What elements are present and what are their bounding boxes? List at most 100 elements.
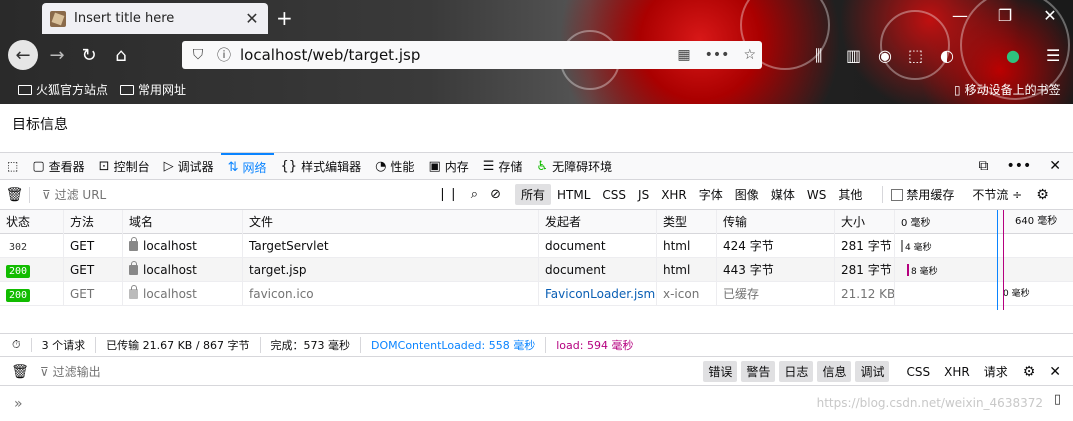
filter-ws[interactable]: WS — [801, 186, 832, 204]
filter-other[interactable]: 其他 — [832, 184, 868, 205]
throttle-select[interactable]: 不节流 ÷ — [972, 186, 1022, 203]
page-actions-icon[interactable]: ••• — [705, 47, 730, 63]
folder-icon — [120, 84, 134, 95]
level-requests[interactable]: 请求 — [979, 361, 1013, 382]
col-size[interactable]: 大小 — [835, 210, 895, 234]
tab-storage[interactable]: ☰ 存储 — [476, 153, 530, 179]
search-icon[interactable]: ⌕ — [471, 187, 478, 202]
sidebar-icon[interactable]: ▥ — [846, 46, 861, 65]
clear-console-icon[interactable]: 🗑 — [0, 364, 40, 380]
type-cell: x-icon — [657, 282, 717, 306]
col-waterfall[interactable]: 0 毫秒 640 毫秒 — [895, 210, 1073, 234]
tab-network[interactable]: ⇅ 网络 — [220, 153, 274, 179]
settings-gear-icon[interactable]: ⚙ — [1036, 187, 1049, 203]
url-text[interactable]: localhost/web/target.jsp — [240, 46, 677, 64]
col-file[interactable]: 文件 — [243, 210, 539, 234]
filter-fonts[interactable]: 字体 — [693, 184, 729, 205]
account-icon[interactable]: ◉ — [878, 46, 892, 65]
stopwatch-icon[interactable]: ⏱ — [0, 338, 32, 352]
clear-network-icon[interactable]: 🗑 — [0, 186, 30, 203]
console-settings-icon[interactable]: ⚙ — [1023, 364, 1036, 380]
inspector-icon: ▢ — [32, 158, 45, 174]
level-debug[interactable]: 调试 — [855, 361, 890, 382]
col-type[interactable]: 类型 — [657, 210, 717, 234]
filter-images[interactable]: 图像 — [729, 184, 765, 205]
close-devtools-icon[interactable]: ✕ — [1049, 158, 1061, 174]
bookmark-firefox-site[interactable]: 火狐官方站点 — [18, 81, 108, 98]
console-icon: ⊡ — [98, 158, 110, 174]
editor-mode-icon[interactable]: ▯ — [1054, 392, 1061, 407]
more-options-icon[interactable]: ••• — [1006, 158, 1031, 174]
initiator-cell: document — [539, 234, 657, 258]
level-css[interactable]: CSS — [901, 363, 935, 381]
tab-performance[interactable]: ◔ 性能 — [368, 153, 421, 179]
transferred-cell: 443 字节 — [717, 258, 835, 282]
screenshot-icon[interactable]: ⬚ — [908, 46, 923, 65]
tab-memory[interactable]: ▣ 内存 — [421, 153, 475, 179]
waterfall-start: 0 毫秒 — [901, 218, 931, 229]
level-xhr[interactable]: XHR — [939, 363, 975, 381]
dock-icon[interactable]: ⧉ — [978, 158, 988, 174]
minimize-button[interactable]: — — [945, 6, 975, 25]
new-tab-button[interactable]: + — [276, 6, 293, 30]
address-bar[interactable]: ⛉ ⓘ localhost/web/target.jsp ▦ ••• ☆ — [182, 41, 762, 69]
level-warnings[interactable]: 警告 — [741, 361, 776, 382]
back-button[interactable]: ← — [8, 40, 38, 70]
forward-button[interactable]: → — [42, 40, 72, 70]
lock-icon — [129, 261, 138, 275]
pause-icon[interactable]: ❘❘ — [437, 187, 459, 202]
tab-style-editor[interactable]: {} 样式编辑器 — [274, 153, 369, 179]
element-picker-icon[interactable]: ⬚ — [0, 153, 25, 179]
block-icon[interactable]: ⊘ — [490, 187, 501, 202]
level-info[interactable]: 信息 — [817, 361, 852, 382]
col-transferred[interactable]: 传输 — [717, 210, 835, 234]
status-badge: 200 — [6, 265, 31, 278]
maximize-button[interactable]: ❐ — [990, 6, 1020, 25]
grammar-extension-icon[interactable]: ● — [1006, 46, 1020, 65]
checkbox-box[interactable] — [891, 189, 904, 201]
col-domain[interactable]: 域名 — [123, 210, 243, 234]
menu-icon[interactable]: ☰ — [1046, 46, 1060, 65]
initiator-cell: document — [539, 258, 657, 282]
bookmark-common-sites[interactable]: 常用网址 — [120, 81, 186, 98]
tab-debugger[interactable]: ▷ 调试器 — [157, 153, 221, 179]
library-icon[interactable]: ⫼ — [815, 46, 822, 66]
browser-tab[interactable]: Insert title here ✕ — [42, 3, 268, 34]
col-initiator[interactable]: 发起者 — [539, 210, 657, 234]
close-window-button[interactable]: ✕ — [1035, 6, 1065, 25]
filter-media[interactable]: 媒体 — [765, 184, 801, 205]
waterfall-cell: 0 毫秒 — [895, 282, 1073, 306]
filter-xhr[interactable]: XHR — [655, 186, 693, 204]
info-icon[interactable]: ⓘ — [214, 45, 234, 65]
tab-close-icon[interactable]: ✕ — [244, 9, 260, 28]
col-method[interactable]: 方法 — [64, 210, 123, 234]
extension-icon[interactable]: ◐ — [940, 46, 954, 65]
size-cell: 281 字节 — [835, 234, 895, 258]
table-row[interactable]: 200 GET localhost favicon.ico FaviconLoa… — [0, 282, 1073, 306]
table-row[interactable]: 302 GET localhost TargetServlet document… — [0, 234, 1073, 258]
filter-html[interactable]: HTML — [551, 186, 596, 204]
console-filter-input[interactable]: ⊽ 过滤输出 — [40, 363, 101, 380]
timing-bar — [901, 240, 903, 252]
tab-console[interactable]: ⊡ 控制台 — [92, 153, 157, 179]
bookmark-mobile[interactable]: ▯ 移动设备上的书签 — [954, 81, 1061, 98]
filter-css[interactable]: CSS — [596, 186, 632, 204]
reload-button[interactable]: ↻ — [74, 40, 104, 70]
filter-all[interactable]: 所有 — [514, 184, 551, 205]
home-button[interactable]: ⌂ — [106, 40, 136, 70]
qr-code-icon[interactable]: ▦ — [677, 47, 690, 63]
col-status[interactable]: 状态 — [0, 210, 64, 234]
level-logs[interactable]: 日志 — [779, 361, 814, 382]
url-filter-input[interactable]: ⊽ 过滤 URL — [42, 186, 437, 203]
close-split-console-icon[interactable]: ✕ — [1049, 364, 1061, 380]
table-row[interactable]: 200 GET localhost target.jsp document ht… — [0, 258, 1073, 282]
disable-cache-checkbox[interactable]: 禁用缓存 — [882, 186, 954, 203]
filter-js[interactable]: JS — [632, 186, 655, 204]
tab-accessibility[interactable]: ♿ 无障碍环境 — [529, 153, 619, 179]
console-prompt: » — [14, 395, 23, 412]
tab-inspector[interactable]: ▢ 查看器 — [25, 153, 91, 179]
level-errors[interactable]: 错误 — [703, 361, 738, 382]
initiator-cell[interactable]: FaviconLoader.jsm:... — [539, 282, 657, 306]
bookmark-star-icon[interactable]: ☆ — [743, 47, 756, 63]
shield-icon[interactable]: ⛉ — [188, 47, 208, 63]
